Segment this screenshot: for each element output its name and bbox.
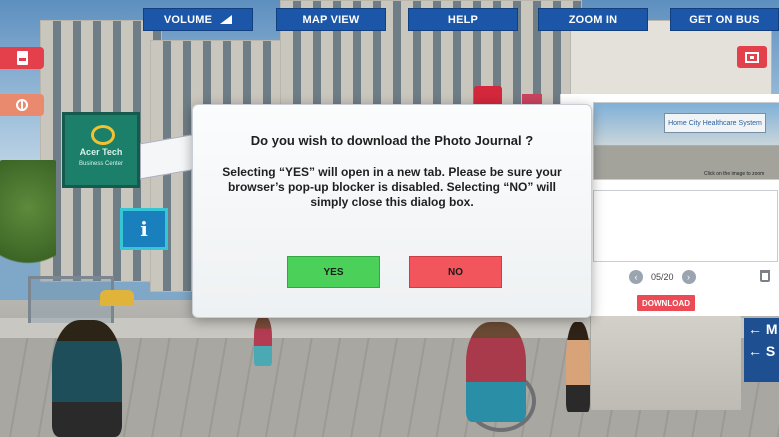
globe-icon [16,99,28,111]
page-indicator: 05/20 [651,272,674,282]
pdf-icon [16,51,28,65]
person-with-cane [254,316,272,366]
dialog-title: Do you wish to download the Photo Journa… [250,133,534,148]
dialog-message: Selecting “YES” will open in a new tab. … [222,165,562,209]
photo-journal-panel: Home City Healthcare System Click on the… [560,94,779,316]
globe-button[interactable] [0,94,44,116]
help-button[interactable]: HELP [408,8,518,31]
screen-share-icon [745,51,759,63]
volume-indicator-icon [220,15,233,24]
chevron-right-icon[interactable]: › [681,270,696,284]
photo-sign-text: Home City Healthcare System [664,113,766,133]
journal-notes-field[interactable] [593,190,778,262]
tree [0,160,56,280]
acer-logo [91,125,115,145]
red-marker-cube[interactable] [474,86,502,106]
chevron-left-icon[interactable]: ‹ [629,270,643,284]
yes-button[interactable]: YES [287,256,380,288]
person-foreground [52,320,122,437]
screen-share-button[interactable] [737,46,767,68]
person-in-wheelchair [466,322,526,422]
direction-sign: ← M ← S [744,318,779,382]
person-standing [566,322,590,412]
acer-sign-title: Acer Tech [79,147,123,157]
volume-button[interactable]: VOLUME [143,8,253,31]
acer-tech-sign: Acer Tech Business Center [62,112,140,188]
no-button[interactable]: NO [409,256,502,288]
acer-sign-subtitle: Business Center [78,161,124,167]
building-wall [590,300,741,410]
zoom-in-button[interactable]: ZOOM IN [538,8,648,31]
download-confirm-dialog: Do you wish to download the Photo Journa… [192,104,592,318]
volume-label: VOLUME [163,13,213,26]
download-button[interactable]: DOWNLOAD [637,295,695,311]
journal-pager: ‹ 05/20 › [629,270,696,284]
photo-zoom-hint: Click on the image to zoom [704,171,765,177]
journal-photo[interactable]: Home City Healthcare System Click on the… [593,102,779,180]
info-icon[interactable]: i [120,208,168,250]
map-view-button[interactable]: MAP VIEW [276,8,386,31]
get-on-bus-button[interactable]: GET ON BUS [670,8,779,31]
pdf-button[interactable] [0,47,44,69]
trash-icon[interactable] [760,270,770,282]
taxi [100,290,134,306]
